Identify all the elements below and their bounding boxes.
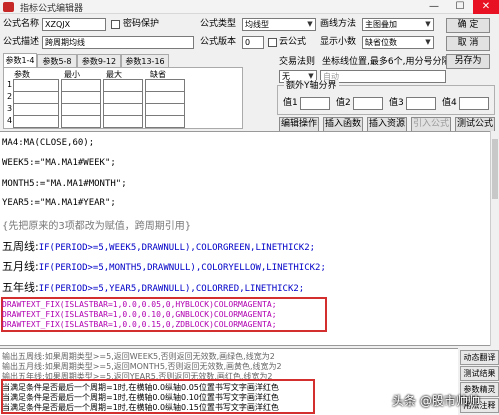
chevron-down-icon: ▼ [425, 20, 431, 28]
import-formula-button[interactable]: 引入公式 [411, 117, 451, 132]
type-value: 均线型 [245, 20, 269, 29]
password-checkbox[interactable] [111, 20, 120, 29]
code-line: MONTH5:="MA.MA1#MONTH"; [2, 179, 127, 189]
param-max-field[interactable] [103, 115, 143, 128]
code-line: 五周线:IF(PERIOD>=5,WEEK5,DRAWNULL),COLORGR… [2, 238, 315, 254]
tab-params-13-16[interactable]: 参数13-16 [121, 54, 169, 68]
tab-params-5-8[interactable]: 参数5-8 [37, 54, 77, 68]
value4-label: 值4 [442, 98, 457, 108]
code-expr: IF(PERIOD>=5,WEEK5,DRAWNULL),COLORGREEN,… [38, 243, 316, 253]
row-number: 1 [7, 80, 13, 89]
chevron-down-icon: ▼ [307, 20, 313, 28]
test-formula-button[interactable]: 测试公式 [455, 117, 495, 132]
password-label: 密码保护 [123, 19, 160, 29]
param-name-field[interactable] [13, 115, 59, 128]
trade-rule-label: 交易法则 [279, 57, 316, 67]
code-var: 五周线: [2, 240, 39, 253]
cloud-checkbox[interactable] [268, 38, 277, 47]
value2-input[interactable] [353, 97, 383, 110]
params-table: 参数 最小 最大 缺省 1 2 3 4 [3, 67, 243, 129]
code-var: 五年线: [2, 281, 39, 294]
insert-func-button[interactable]: 插入函数 [323, 117, 363, 132]
code-var: 五月线: [2, 260, 39, 273]
desc-input[interactable]: 跨周期均线 [42, 36, 194, 49]
type-label: 公式类型 [200, 19, 237, 29]
value1-label: 值1 [283, 98, 298, 108]
save-as-button[interactable]: 另存为 [446, 54, 490, 69]
version-label: 公式版本 [200, 37, 237, 47]
decimals-label: 显示小数 [320, 37, 357, 47]
code-line: 五月线:IF(PERIOD>=5,MONTH5,DRAWNULL),COLORY… [2, 258, 326, 274]
coord-label: 坐标线位置,最多6个,用分号分隔 [322, 57, 451, 67]
output-panel: 输出五周线:如果周期类型>=5,返回WEEK5,否则返回无效数,画绿色,线宽为2… [0, 348, 458, 415]
coord-input[interactable]: 自动 [320, 70, 446, 83]
minimize-button[interactable]: — [421, 0, 447, 14]
code-editor[interactable]: MA4:MA(CLOSE,60); WEEK5:="MA.MA1#WEEK"; … [0, 131, 490, 346]
insert-res-button[interactable]: 插入资源 [367, 117, 407, 132]
row-number: 3 [7, 104, 13, 113]
maximize-button[interactable]: ☐ [447, 0, 473, 14]
param-default-field[interactable] [145, 115, 185, 128]
name-label: 公式名称 [3, 19, 40, 29]
watermark-text: 头条 @股市帅帅 [392, 394, 480, 408]
code-line: DRAWTEXT_FIX(ISLASTBAR=1,0.0,0.10,0,GNBL… [2, 310, 277, 319]
param-min-field[interactable] [61, 115, 101, 128]
decimals-value: 缺省位数 [365, 38, 397, 47]
code-line: DRAWTEXT_FIX(ISLASTBAR=1,0.0,0.05,0,HYBL… [2, 300, 277, 309]
editor-scrollbar[interactable] [490, 131, 499, 346]
code-line: WEEK5:="MA.MA1#WEEK"; [2, 158, 116, 168]
tab-params-9-12[interactable]: 参数9-12 [77, 54, 121, 68]
extra-y-axis-label: 额外Y轴分界 [284, 80, 339, 92]
row-number: 4 [7, 116, 13, 125]
value3-label: 值3 [389, 98, 404, 108]
draw-method-label: 画线方法 [320, 19, 357, 29]
tab-params-1-4[interactable]: 参数1-4 [3, 53, 37, 68]
code-expr: IF(PERIOD>=5,YEAR5,DRAWNULL),COLORRED,LI… [38, 284, 305, 294]
chevron-down-icon: ▼ [425, 38, 431, 46]
draw-method-value: 主图叠加 [365, 20, 397, 29]
edit-op-button[interactable]: 编辑操作 [279, 117, 319, 132]
scrollbar-thumb[interactable] [492, 139, 498, 199]
window-title: 指标公式编辑器 [20, 4, 84, 14]
name-input[interactable]: XZQJX [42, 18, 106, 31]
value1-input[interactable] [300, 97, 330, 110]
app-icon [3, 2, 14, 12]
ok-button[interactable]: 确 定 [446, 18, 490, 33]
dynamic-translate-button[interactable]: 动态翻译 [460, 350, 499, 365]
cancel-button[interactable]: 取 消 [446, 36, 490, 51]
test-result-button[interactable]: 测试结果 [460, 366, 499, 381]
row-number: 2 [7, 92, 13, 101]
version-input[interactable]: 0 [242, 36, 264, 49]
code-line: DRAWTEXT_FIX(ISLASTBAR=1,0.0,0.15,0,ZDBL… [2, 320, 277, 329]
desc-label: 公式描述 [3, 37, 40, 47]
cloud-label: 云公式 [279, 37, 307, 47]
value4-input[interactable] [459, 97, 489, 110]
code-comment: {先把原来的3项都改为赋值，跨周期引用} [2, 221, 192, 232]
decimals-select[interactable]: 缺省位数 ▼ [362, 36, 434, 49]
code-line: 五年线:IF(PERIOD>=5,YEAR5,DRAWNULL),COLORRE… [2, 279, 304, 295]
value3-input[interactable] [406, 97, 436, 110]
code-line: YEAR5:="MA.MA1#YEAR"; [2, 198, 116, 208]
value2-label: 值2 [336, 98, 351, 108]
draw-method-select[interactable]: 主图叠加 ▼ [362, 18, 434, 31]
close-button[interactable]: ✕ [473, 0, 499, 14]
code-line: MA4:MA(CLOSE,60); [2, 138, 95, 148]
output-line: 当满足条件是否最后一个周期=1时,在横轴0.0纵轴0.15位置书写文字画洋红色 [2, 403, 279, 412]
code-expr: IF(PERIOD>=5,MONTH5,DRAWNULL),COLORYELLO… [38, 263, 326, 273]
type-select[interactable]: 均线型 ▼ [242, 18, 316, 31]
